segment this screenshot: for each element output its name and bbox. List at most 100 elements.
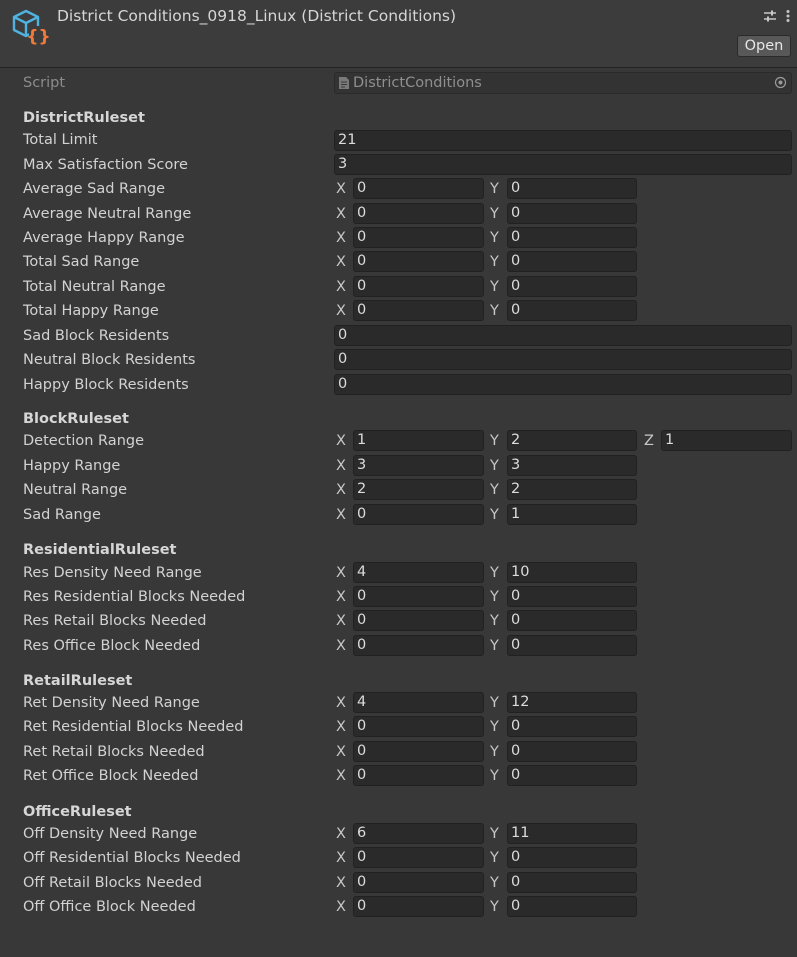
z-axis-label[interactable]: Z (644, 431, 654, 451)
avg-sad-range-x[interactable]: 0 (353, 178, 484, 199)
ret-retail-y[interactable]: 0 (507, 741, 637, 762)
sad-block-residents-field[interactable]: 0 (334, 325, 792, 346)
y-axis-label[interactable]: Y (490, 301, 499, 321)
y-axis-label[interactable]: Y (490, 505, 499, 525)
y-axis-label[interactable]: Y (490, 587, 499, 607)
res-retail-y[interactable]: 0 (507, 610, 637, 631)
total-sad-range-x[interactable]: 0 (353, 251, 484, 272)
res-residential-y[interactable]: 0 (507, 586, 637, 607)
y-axis-label[interactable]: Y (490, 636, 499, 656)
x-axis-label[interactable]: X (336, 766, 346, 786)
x-axis-label[interactable]: X (336, 252, 346, 272)
avg-neutral-range-y[interactable]: 0 (507, 203, 637, 224)
x-axis-label[interactable]: X (336, 717, 346, 737)
detection-range-x[interactable]: 1 (353, 430, 484, 451)
x-axis-label[interactable]: X (336, 179, 346, 199)
y-axis-label[interactable]: Y (490, 252, 499, 272)
y-axis-label[interactable]: Y (490, 179, 499, 199)
x-axis-label[interactable]: X (336, 848, 346, 868)
happy-block-residents-field[interactable]: 0 (334, 374, 792, 395)
off-office-x[interactable]: 0 (353, 896, 484, 917)
y-axis-label[interactable]: Y (490, 742, 499, 762)
off-retail-x[interactable]: 0 (353, 872, 484, 893)
res-residential-x[interactable]: 0 (353, 586, 484, 607)
y-axis-label[interactable]: Y (490, 717, 499, 737)
y-axis-label[interactable]: Y (490, 563, 499, 583)
neutral-range-y[interactable]: 2 (507, 479, 637, 500)
off-residential-x[interactable]: 0 (353, 847, 484, 868)
y-axis-label[interactable]: Y (490, 897, 499, 917)
avg-neutral-range-x[interactable]: 0 (353, 203, 484, 224)
ret-office-x[interactable]: 0 (353, 765, 484, 786)
off-density-x[interactable]: 6 (353, 823, 484, 844)
y-axis-label[interactable]: Y (490, 693, 499, 713)
max-satisfaction-field[interactable]: 3 (334, 154, 792, 175)
kebab-menu-icon[interactable] (785, 9, 791, 23)
total-happy-range-x[interactable]: 0 (353, 300, 484, 321)
x-axis-label[interactable]: X (336, 742, 346, 762)
total-sad-range-y[interactable]: 0 (507, 251, 637, 272)
res-office-x[interactable]: 0 (353, 635, 484, 656)
off-residential-y[interactable]: 0 (507, 847, 637, 868)
y-axis-label[interactable]: Y (490, 611, 499, 631)
y-axis-label[interactable]: Y (490, 766, 499, 786)
off-retail-y[interactable]: 0 (507, 872, 637, 893)
x-axis-label[interactable]: X (336, 431, 346, 451)
neutral-block-residents-field[interactable]: 0 (334, 349, 792, 370)
object-picker-icon[interactable] (774, 76, 787, 89)
x-axis-label[interactable]: X (336, 505, 346, 525)
x-axis-label[interactable]: X (336, 563, 346, 583)
neutral-range-x[interactable]: 2 (353, 479, 484, 500)
y-axis-label[interactable]: Y (490, 480, 499, 500)
x-axis-label[interactable]: X (336, 693, 346, 713)
x-axis-label[interactable]: X (336, 824, 346, 844)
x-axis-label[interactable]: X (336, 301, 346, 321)
sad-range-x[interactable]: 0 (353, 504, 484, 525)
ret-density-y[interactable]: 12 (507, 692, 637, 713)
total-neutral-range-y[interactable]: 0 (507, 276, 637, 297)
y-axis-label[interactable]: Y (490, 277, 499, 297)
preset-settings-icon[interactable] (763, 9, 777, 23)
y-axis-label[interactable]: Y (490, 848, 499, 868)
avg-sad-range-y[interactable]: 0 (507, 178, 637, 199)
x-axis-label[interactable]: X (336, 636, 346, 656)
x-axis-label[interactable]: X (336, 480, 346, 500)
total-happy-range-y[interactable]: 0 (507, 300, 637, 321)
avg-happy-range-x[interactable]: 0 (353, 227, 484, 248)
x-axis-label[interactable]: X (336, 587, 346, 607)
open-button[interactable]: Open (737, 35, 791, 57)
total-limit-field[interactable]: 21 (334, 130, 792, 151)
total-neutral-range-x[interactable]: 0 (353, 276, 484, 297)
x-axis-label[interactable]: X (336, 204, 346, 224)
off-office-y[interactable]: 0 (507, 896, 637, 917)
res-retail-x[interactable]: 0 (353, 610, 484, 631)
ret-office-y[interactable]: 0 (507, 765, 637, 786)
detection-range-z[interactable]: 1 (661, 430, 792, 451)
res-density-x[interactable]: 4 (353, 562, 484, 583)
happy-range-y[interactable]: 3 (507, 455, 637, 476)
res-density-y[interactable]: 10 (507, 562, 637, 583)
y-axis-label[interactable]: Y (490, 204, 499, 224)
avg-happy-range-y[interactable]: 0 (507, 227, 637, 248)
script-field[interactable]: DistrictConditions (334, 72, 792, 94)
ret-density-x[interactable]: 4 (353, 692, 484, 713)
ret-retail-x[interactable]: 0 (353, 741, 484, 762)
x-axis-label[interactable]: X (336, 873, 346, 893)
y-axis-label[interactable]: Y (490, 431, 499, 451)
x-axis-label[interactable]: X (336, 277, 346, 297)
ret-residential-x[interactable]: 0 (353, 716, 484, 737)
ret-residential-y[interactable]: 0 (507, 716, 637, 737)
y-axis-label[interactable]: Y (490, 228, 499, 248)
off-density-y[interactable]: 11 (507, 823, 637, 844)
y-axis-label[interactable]: Y (490, 824, 499, 844)
x-axis-label[interactable]: X (336, 897, 346, 917)
x-axis-label[interactable]: X (336, 611, 346, 631)
sad-range-y[interactable]: 1 (507, 504, 637, 525)
res-office-y[interactable]: 0 (507, 635, 637, 656)
x-axis-label[interactable]: X (336, 228, 346, 248)
y-axis-label[interactable]: Y (490, 456, 499, 476)
happy-range-x[interactable]: 3 (353, 455, 484, 476)
detection-range-y[interactable]: 2 (507, 430, 637, 451)
y-axis-label[interactable]: Y (490, 873, 499, 893)
x-axis-label[interactable]: X (336, 456, 346, 476)
